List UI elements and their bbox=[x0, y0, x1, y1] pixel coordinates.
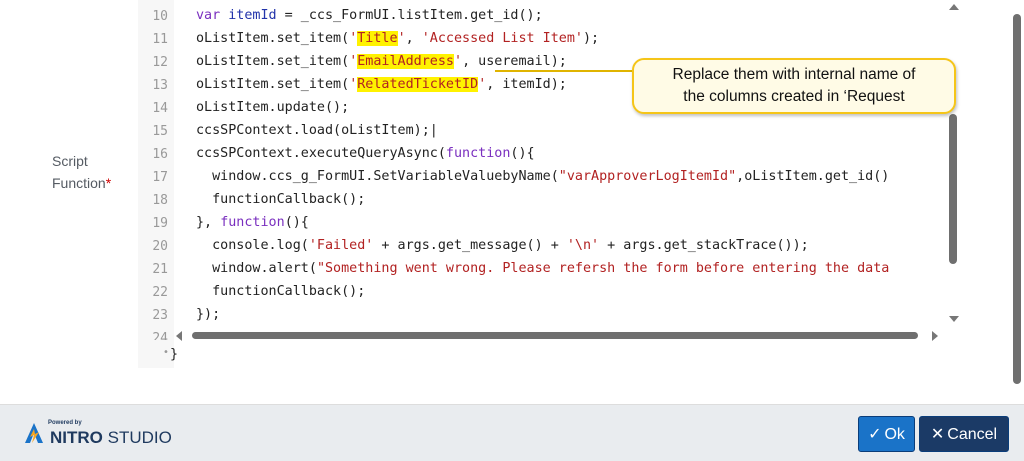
dialog-footer: Powered by NITRO STUDIO ✓ Ok ✕ Cancel bbox=[0, 404, 1024, 461]
code-line[interactable]: oListItem.update(); bbox=[196, 100, 349, 115]
powered-by-text: Powered by bbox=[48, 420, 82, 426]
line-number: 13 bbox=[152, 78, 168, 93]
field-label-area: Script Function* bbox=[0, 0, 138, 404]
line-number: 19 bbox=[152, 216, 168, 231]
cancel-button[interactable]: ✕ Cancel bbox=[919, 416, 1009, 452]
line-number: 16 bbox=[152, 147, 168, 162]
ok-button[interactable]: ✓ Ok bbox=[858, 416, 915, 452]
editor-vertical-scrollbar[interactable] bbox=[946, 0, 960, 330]
line-number: 22 bbox=[152, 285, 168, 300]
line-number: 23 bbox=[152, 308, 168, 323]
line-number: 20 bbox=[152, 239, 168, 254]
cancel-label: Cancel bbox=[947, 426, 998, 443]
code-line[interactable]: }, function(){ bbox=[196, 215, 309, 230]
required-mark: * bbox=[105, 175, 112, 191]
line-number: 10 bbox=[152, 9, 168, 24]
script-function-label: Script Function* bbox=[52, 150, 132, 194]
callout-line-1: Replace them with internal name of bbox=[672, 66, 916, 83]
code-editor[interactable]: 10 var itemId = _ccs_FormUI.listItem.get_… bbox=[138, 0, 960, 368]
code-line[interactable]: window.alert("Something went wrong. Plea… bbox=[196, 261, 889, 276]
scroll-right-icon[interactable] bbox=[932, 331, 938, 341]
nitro-logo-icon bbox=[25, 423, 43, 443]
code-line[interactable]: ccsSPContext.executeQueryAsync(function(… bbox=[196, 146, 535, 161]
horizontal-scroll-thumb[interactable] bbox=[192, 332, 918, 339]
editor-vertical-scroll-thumb[interactable] bbox=[949, 114, 957, 264]
script-function-label-text: Script Function bbox=[52, 153, 106, 191]
code-line[interactable]: oListItem.set_item('RelatedTicketID', it… bbox=[196, 77, 567, 92]
line-number: 15 bbox=[152, 124, 168, 139]
code-line[interactable]: console.log('Failed' + args.get_message(… bbox=[196, 238, 809, 253]
page-vertical-scroll-thumb[interactable] bbox=[1013, 14, 1021, 384]
line-number: 21 bbox=[152, 262, 168, 277]
code-line[interactable]: functionCallback(); bbox=[196, 192, 365, 207]
code-line[interactable]: ccsSPContext.load(oListItem);| bbox=[196, 123, 438, 138]
code-line[interactable]: }); bbox=[196, 307, 220, 322]
line-number: 18 bbox=[152, 193, 168, 208]
code-line[interactable]: oListItem.set_item('Title', 'Accessed Li… bbox=[196, 31, 599, 46]
line-number: 17 bbox=[152, 170, 168, 185]
callout-pointer-line bbox=[495, 70, 635, 72]
scroll-down-icon[interactable] bbox=[949, 316, 959, 322]
brand-nitro: NITRO bbox=[50, 428, 103, 447]
code-line[interactable]: oListItem.set_item('EmailAddress', usere… bbox=[196, 54, 567, 69]
code-area[interactable]: 10 var itemId = _ccs_FormUI.listItem.get_… bbox=[138, 0, 950, 340]
horizontal-scrollbar[interactable] bbox=[174, 328, 954, 341]
scroll-left-icon[interactable] bbox=[176, 331, 182, 341]
ok-label: Ok bbox=[884, 426, 905, 443]
code-line[interactable]: var itemId = _ccs_FormUI.listItem.get_id… bbox=[196, 8, 543, 23]
closing-brace: } bbox=[170, 347, 179, 362]
annotation-callout: Replace them with internal name of the c… bbox=[632, 58, 956, 114]
brand-studio: STUDIO bbox=[102, 428, 172, 447]
callout-line-2: the columns created in ‘Request bbox=[683, 88, 905, 105]
check-icon: ✓ bbox=[868, 426, 882, 443]
fold-marker: • bbox=[163, 347, 169, 358]
line-number: 14 bbox=[152, 101, 168, 116]
page-vertical-scrollbar[interactable] bbox=[1010, 0, 1024, 404]
line-number: 11 bbox=[152, 32, 168, 47]
line-number: 24 bbox=[152, 331, 168, 340]
code-line[interactable]: window.ccs_g_FormUI.SetVariableValuebyNa… bbox=[196, 169, 889, 184]
line-number: 12 bbox=[152, 55, 168, 70]
brand-name: NITRO STUDIO bbox=[50, 428, 172, 448]
scroll-up-icon[interactable] bbox=[949, 4, 959, 10]
code-line[interactable]: functionCallback(); bbox=[196, 284, 365, 299]
close-icon: ✕ bbox=[930, 426, 945, 443]
